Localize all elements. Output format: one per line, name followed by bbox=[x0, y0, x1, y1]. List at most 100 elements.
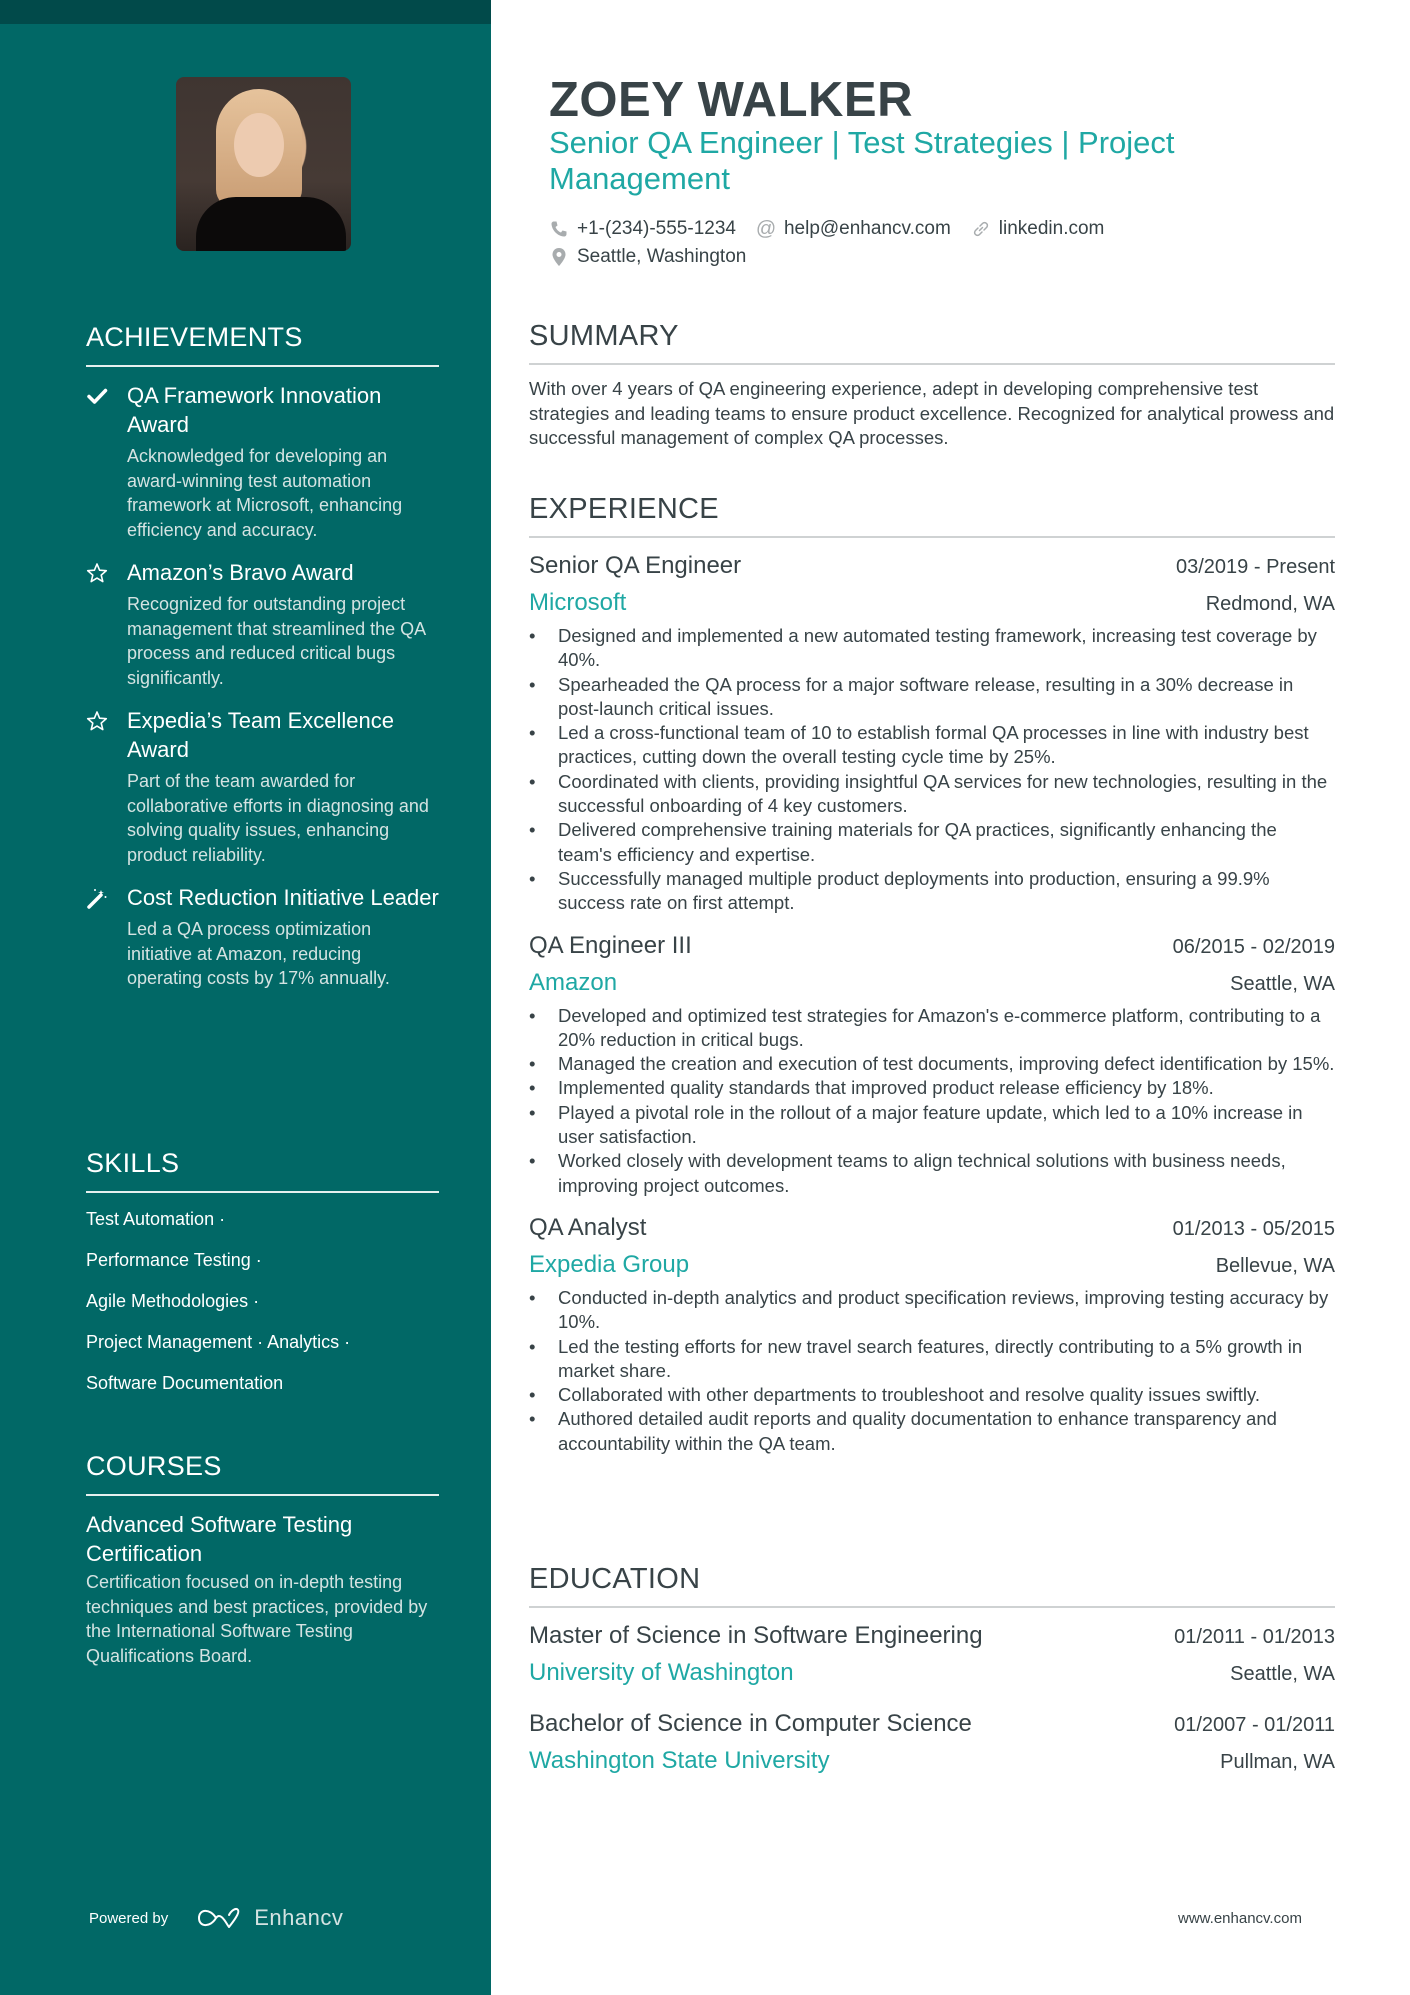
job-dates: 06/2015 - 02/2019 bbox=[1172, 935, 1335, 958]
contact-email[interactable]: @ help@enhancv.com bbox=[756, 218, 951, 240]
checkmark-icon bbox=[86, 385, 108, 407]
company-name: Amazon bbox=[529, 968, 618, 996]
achievement-item: Amazon’s Bravo Award Recognized for outs… bbox=[86, 558, 439, 690]
star-icon bbox=[86, 562, 108, 584]
education-dates: 01/2007 - 01/2011 bbox=[1174, 1714, 1335, 1736]
contact-linkedin[interactable]: linkedin.com bbox=[971, 218, 1105, 240]
bullet-item: Worked closely with development teams to… bbox=[529, 1149, 1335, 1198]
bullet-item: Developed and optimized test strategies … bbox=[529, 1004, 1335, 1053]
bullet-item: Played a pivotal role in the rollout of … bbox=[529, 1101, 1335, 1150]
phone-icon bbox=[549, 219, 569, 239]
sidebar: ACHIEVEMENTS QA Framework Innovation Awa… bbox=[0, 0, 491, 1995]
skills-list: Test Automation · Performance Testing · … bbox=[86, 1207, 439, 1395]
powered-by-label: Powered by bbox=[89, 1909, 169, 1927]
location-pin-icon bbox=[549, 247, 569, 267]
school-location: Seattle, WA bbox=[1230, 1663, 1335, 1685]
job-location: Bellevue, WA bbox=[1215, 1254, 1335, 1277]
courses-title: COURSES bbox=[86, 1451, 439, 1496]
skill-line: Test Automation · bbox=[86, 1209, 226, 1229]
skills-title: SKILLS bbox=[86, 1148, 439, 1193]
job-location: Redmond, WA bbox=[1205, 593, 1335, 615]
job-entry: QA Analyst 01/2013 - 05/2015 Expedia Gro… bbox=[529, 1212, 1335, 1456]
job-location: Seattle, WA bbox=[1230, 972, 1335, 995]
bullet-item: Led a cross-functional team of 10 to est… bbox=[529, 721, 1335, 770]
magic-wand-icon bbox=[86, 887, 108, 909]
contact-location: Seattle, Washington bbox=[549, 246, 746, 268]
experience-section: EXPERIENCE Senior QA Engineer 03/2019 - … bbox=[529, 493, 1335, 1470]
bullet-item: Successfully managed multiple product de… bbox=[529, 867, 1335, 916]
skills-section: SKILLS Test Automation · Performance Tes… bbox=[86, 1148, 439, 1412]
achievement-item: Expedia’s Team Excellence Award Part of … bbox=[86, 706, 439, 867]
powered-by[interactable]: Powered by Enhancv bbox=[89, 1905, 343, 1931]
school-name: University of Washington bbox=[529, 1659, 794, 1686]
experience-title: EXPERIENCE bbox=[529, 493, 1335, 538]
job-title: QA Engineer III bbox=[529, 931, 692, 959]
sidebar-top-strip bbox=[0, 0, 491, 24]
summary-section: SUMMARY With over 4 years of QA engineer… bbox=[529, 320, 1335, 451]
school-location: Pullman, WA bbox=[1220, 1751, 1335, 1773]
bullet-item: Delivered comprehensive training materia… bbox=[529, 818, 1335, 867]
course-title: Advanced Software Testing Certification bbox=[86, 1512, 353, 1566]
achievement-item: QA Framework Innovation Award Acknowledg… bbox=[86, 381, 439, 542]
contact-info: +1-(234)-555-1234 @ help@enhancv.com lin… bbox=[549, 215, 1249, 271]
bullet-item: Designed and implemented a new automated… bbox=[529, 624, 1335, 673]
profile-photo bbox=[176, 77, 351, 251]
achievement-item: Cost Reduction Initiative Leader Led a Q… bbox=[86, 883, 439, 991]
at-icon: @ bbox=[755, 217, 777, 240]
job-bullets: Designed and implemented a new automated… bbox=[529, 624, 1335, 916]
education-entry: Bachelor of Science in Computer Science … bbox=[529, 1708, 1335, 1778]
summary-title: SUMMARY bbox=[529, 320, 1335, 365]
job-entry: QA Engineer III 06/2015 - 02/2019 Amazon… bbox=[529, 930, 1335, 1198]
school-name: Washington State University bbox=[529, 1747, 830, 1774]
bullet-item: Implemented quality standards that impro… bbox=[529, 1076, 1335, 1101]
phone-text: +1-(234)-555-1234 bbox=[577, 218, 736, 239]
bullet-item: Collaborated with other departments to t… bbox=[529, 1383, 1335, 1408]
education-title: EDUCATION bbox=[529, 1563, 1335, 1608]
job-entry: Senior QA Engineer 03/2019 - Present Mic… bbox=[529, 550, 1335, 916]
job-dates: 01/2013 - 05/2015 bbox=[1172, 1217, 1335, 1240]
achievements-title: ACHIEVEMENTS bbox=[86, 322, 439, 367]
achievement-title: Cost Reduction Initiative Leader bbox=[127, 885, 439, 910]
education-entry: Master of Science in Software Engineerin… bbox=[529, 1620, 1335, 1690]
summary-text: With over 4 years of QA engineering expe… bbox=[529, 378, 1335, 448]
linkedin-text: linkedin.com bbox=[998, 218, 1105, 239]
contact-phone[interactable]: +1-(234)-555-1234 bbox=[549, 218, 736, 240]
candidate-name: ZOEY WALKER bbox=[549, 73, 913, 127]
company-name: Microsoft bbox=[529, 589, 627, 616]
achievement-description: Acknowledged for developing an award-win… bbox=[127, 446, 403, 540]
headline: Senior QA Engineer | Test Strategies | P… bbox=[549, 125, 1175, 196]
enhancv-logo-icon bbox=[196, 1905, 244, 1931]
star-icon bbox=[86, 710, 108, 732]
bullet-item: Coordinated with clients, providing insi… bbox=[529, 770, 1335, 819]
email-text: help@enhancv.com bbox=[783, 218, 951, 239]
achievements-section: ACHIEVEMENTS QA Framework Innovation Awa… bbox=[86, 322, 439, 1007]
courses-section: COURSES Advanced Software Testing Certif… bbox=[86, 1451, 439, 1668]
degree: Bachelor of Science in Computer Science bbox=[529, 1710, 972, 1737]
job-title: QA Analyst bbox=[529, 1213, 647, 1241]
bullet-item: Conducted in-depth analytics and product… bbox=[529, 1286, 1335, 1335]
location-text: Seattle, Washington bbox=[577, 246, 747, 267]
achievement-title: Expedia’s Team Excellence Award bbox=[127, 708, 395, 762]
achievement-description: Part of the team awarded for collaborati… bbox=[127, 771, 429, 865]
achievement-title: QA Framework Innovation Award bbox=[127, 383, 382, 437]
bullet-item: Led the testing efforts for new travel s… bbox=[529, 1335, 1335, 1384]
degree: Master of Science in Software Engineerin… bbox=[529, 1622, 983, 1649]
enhancv-brand: Enhancv bbox=[254, 1905, 344, 1930]
footer-url-link[interactable]: www.enhancv.com bbox=[1178, 1910, 1302, 1927]
job-bullets: Conducted in-depth analytics and product… bbox=[529, 1286, 1335, 1456]
skill-line: Software Documentation bbox=[86, 1373, 284, 1393]
bullet-item: Authored detailed audit reports and qual… bbox=[529, 1407, 1335, 1456]
achievement-description: Led a QA process optimization initiative… bbox=[127, 919, 390, 988]
company-name: Expedia Group bbox=[529, 1250, 690, 1278]
job-dates: 03/2019 - Present bbox=[1176, 556, 1335, 578]
achievement-description: Recognized for outstanding project manag… bbox=[127, 594, 426, 688]
skill-line: Project Management · Analytics · bbox=[86, 1332, 351, 1352]
skill-line: Agile Methodologies · bbox=[86, 1291, 260, 1311]
achievement-title: Amazon’s Bravo Award bbox=[127, 560, 354, 585]
job-bullets: Developed and optimized test strategies … bbox=[529, 1004, 1335, 1198]
education-dates: 01/2011 - 01/2013 bbox=[1174, 1626, 1335, 1648]
skill-line: Performance Testing · bbox=[86, 1250, 262, 1270]
bullet-item: Managed the creation and execution of te… bbox=[529, 1052, 1335, 1077]
education-section: EDUCATION Master of Science in Software … bbox=[529, 1563, 1335, 1796]
bullet-item: Spearheaded the QA process for a major s… bbox=[529, 673, 1335, 722]
